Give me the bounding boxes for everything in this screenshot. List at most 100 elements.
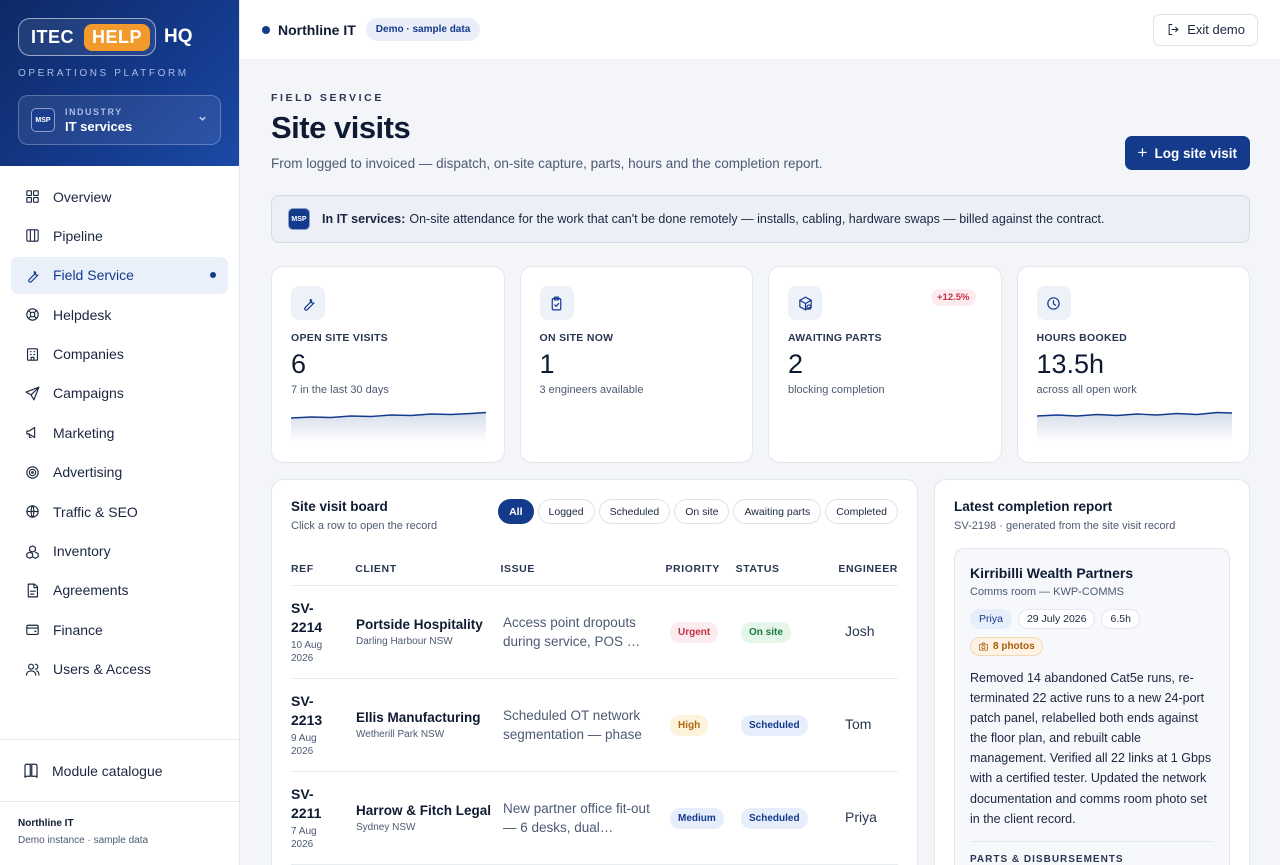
client-location: Wetherill Park NSW	[356, 729, 445, 740]
sidebar-item-label: Marketing	[53, 424, 115, 441]
sidebar-item-users-access[interactable]: Users & Access	[11, 651, 228, 688]
sidebar-item-label: Finance	[53, 621, 103, 638]
sidebar-item-label: Agreements	[53, 582, 129, 599]
client-location: Sydney NSW	[356, 822, 416, 833]
parts-section-heading: PARTS & DISBURSEMENTS	[970, 840, 1214, 865]
kpi-row: OPEN SITE VISITS 6 7 in the last 30 days…	[271, 266, 1250, 463]
sidebar-item-label: Inventory	[53, 543, 111, 560]
send-icon	[23, 384, 41, 402]
filter-logged[interactable]: Logged	[537, 499, 595, 524]
photos-badge[interactable]: 8 photos	[970, 637, 1043, 656]
sidebar-item-label: Field Service	[53, 267, 134, 284]
kpi-label: OPEN SITE VISITS	[291, 332, 388, 344]
kpi-value: 1	[539, 349, 555, 379]
column-header[interactable]: CLIENT	[355, 563, 500, 575]
kpi-note: across all open work	[1036, 384, 1137, 396]
filter-scheduled[interactable]: Scheduled	[598, 499, 671, 524]
app-logo[interactable]: ITEC HELP HQ	[18, 18, 221, 56]
clipboard-icon	[539, 286, 574, 320]
sidebar-item-label: Campaigns	[53, 385, 124, 402]
sidebar-item-traffic-seo[interactable]: Traffic & SEO	[11, 493, 228, 530]
table-header: REF CLIENT ISSUE PRIORITY STATUS ENGINEE…	[291, 552, 898, 586]
log-site-visit-button[interactable]: + Log site visit	[1124, 136, 1250, 170]
wrench-icon	[23, 266, 41, 284]
kpi-value: 2	[788, 349, 804, 379]
sidebar-item-helpdesk[interactable]: Helpdesk	[11, 296, 228, 333]
priority-badge: Medium	[670, 807, 724, 829]
grid-icon	[23, 188, 41, 206]
sidebar-item-advertising[interactable]: Advertising	[11, 454, 228, 491]
status-badge: Scheduled	[741, 807, 808, 829]
sidebar-item-overview[interactable]: Overview	[11, 178, 228, 215]
report-title: Latest completion report	[954, 499, 1113, 514]
sidebar-item-field-service[interactable]: Field Service	[11, 256, 228, 294]
org-status-dot	[262, 25, 270, 34]
filter-completed[interactable]: Completed	[825, 499, 898, 524]
filter-all[interactable]: All	[498, 499, 534, 524]
kpi-delta-badge: +12.5%	[931, 289, 976, 306]
column-header[interactable]: STATUS	[736, 563, 839, 575]
filter-on-site[interactable]: On site	[674, 499, 730, 524]
kpi-card-awaiting-parts[interactable]: +12.5% AWAITING PARTS 2 blocking complet…	[768, 266, 1002, 463]
table-row[interactable]: SV-2213 9 Aug 2026 Ellis Manufacturing Wet…	[291, 679, 898, 772]
wrench-icon	[291, 286, 325, 320]
topbar: Northline IT Demo · sample data Exit dem…	[240, 0, 1280, 60]
chevron-down-icon	[197, 113, 208, 127]
msp-badge: MSP	[288, 208, 310, 230]
photos-count: 8 photos	[993, 641, 1035, 652]
report-card[interactable]: Kirribilli Wealth Partners Comms room — …	[954, 548, 1230, 865]
sidebar-item-label: Pipeline	[53, 227, 103, 244]
sidebar-item-label: Companies	[53, 346, 124, 363]
sidebar-item-campaigns[interactable]: Campaigns	[11, 375, 228, 412]
exit-demo-button[interactable]: Exit demo	[1153, 13, 1258, 46]
sidebar-item-pipeline[interactable]: Pipeline	[11, 217, 228, 254]
sidebar-item-companies[interactable]: Companies	[11, 336, 228, 373]
table-row[interactable]: SV-2211 7 Aug 2026 Harrow & Fitch Legal Sy…	[291, 772, 898, 865]
engineer-name: Priya	[845, 809, 877, 825]
module-catalogue-link[interactable]: Module catalogue	[0, 739, 239, 801]
topbar-org-name: Northline IT	[278, 21, 356, 38]
logo-itec: ITEC	[31, 26, 75, 47]
visit-ref: SV-2214	[291, 600, 323, 635]
plus-icon: +	[1137, 143, 1148, 162]
completion-report-panel: Latest completion report SV-2198 · gener…	[934, 479, 1250, 865]
industry-selector[interactable]: MSP INDUSTRY IT services	[18, 95, 221, 145]
page-subtitle: From logged to invoiced — dispatch, on-s…	[271, 156, 823, 171]
package-icon	[788, 286, 822, 320]
kpi-card-on-site-now[interactable]: ON SITE NOW 1 3 engineers available	[519, 266, 753, 463]
column-header[interactable]: PRIORITY	[665, 563, 735, 575]
logo-pill: ITEC HELP	[18, 18, 157, 56]
sidebar-item-agreements[interactable]: Agreements	[11, 572, 228, 609]
kpi-card-open-site-visits[interactable]: OPEN SITE VISITS 6 7 in the last 30 days	[271, 266, 505, 463]
building-icon	[23, 345, 41, 363]
visit-issue: New partner office fit-out — 6 desks, du…	[503, 801, 650, 835]
visit-date: 7 Aug 2026	[291, 826, 317, 850]
table-row[interactable]: SV-2214 10 Aug 2026 Portside Hospitality D…	[291, 586, 898, 679]
target-icon	[23, 463, 41, 481]
lifebuoy-icon	[23, 306, 41, 324]
sidebar-item-marketing[interactable]: Marketing	[11, 414, 228, 451]
logo-help: HELP	[84, 23, 151, 51]
kpi-value: 6	[291, 349, 307, 379]
report-tags: Priya 29 July 2026 6.5h	[970, 609, 1214, 629]
sidebar-item-finance[interactable]: Finance	[11, 611, 228, 648]
log-site-visit-label: Log site visit	[1154, 145, 1237, 161]
sidebar: ITEC HELP HQ OPERATIONS PLATFORM MSP IND…	[0, 0, 240, 865]
column-header[interactable]: REF	[291, 563, 355, 575]
column-header[interactable]: ENGINEER	[838, 563, 898, 575]
filter-awaiting-parts[interactable]: Awaiting parts	[733, 499, 822, 524]
users-icon	[23, 660, 41, 678]
kpi-card-hours-booked[interactable]: HOURS BOOKED 13.5h across all open work	[1016, 266, 1250, 463]
sidebar-item-inventory[interactable]: Inventory	[11, 533, 228, 570]
kpi-value: 13.5h	[1036, 349, 1105, 379]
kpi-note: blocking completion	[788, 384, 885, 396]
report-subtitle: SV-2198 · generated from the site visit …	[954, 520, 1176, 532]
client-name: Ellis Manufacturing	[356, 710, 481, 725]
priority-badge: Urgent	[670, 621, 719, 643]
sidebar-header: ITEC HELP HQ OPERATIONS PLATFORM MSP IND…	[0, 0, 239, 166]
visit-issue: Access point dropouts during service, PO…	[503, 615, 641, 649]
platform-subtitle: OPERATIONS PLATFORM	[18, 68, 189, 79]
kpi-note: 3 engineers available	[539, 384, 644, 396]
org-footer: Northline IT Demo instance · sample data	[0, 801, 239, 865]
column-header[interactable]: ISSUE	[500, 563, 665, 575]
